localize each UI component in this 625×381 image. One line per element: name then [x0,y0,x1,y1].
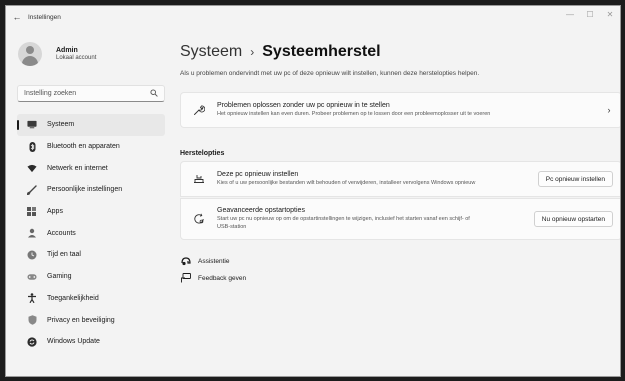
breadcrumb-parent[interactable]: Systeem [180,43,242,61]
settings-window: ← Instellingen — ☐ ✕ Admin Lokaal accoun… [5,5,621,377]
title-bar: ← Instellingen — ☐ ✕ [6,6,620,28]
sidebar-item-label: Privacy en beveiliging [47,316,115,324]
sidebar-item-label: Apps [47,208,63,216]
card-text: Geavanceerde opstartopties Start uw pc n… [217,207,534,230]
system-icon [27,120,37,130]
close-button[interactable]: ✕ [600,6,620,22]
avatar [18,42,42,66]
sidebar-item-label: Persoonlijke instellingen [47,186,123,194]
wrench-icon [181,104,217,116]
page-title: Systeemherstel [262,43,381,60]
sidebar-item-label: Systeem [47,121,75,129]
sidebar-item-tijd[interactable]: Tijd en taal [17,244,165,266]
card-description: Het opnieuw instellen kan even duren. Pr… [217,110,491,117]
accessibility-icon [27,293,37,304]
sidebar-item-apps[interactable]: Apps [17,201,165,223]
card-text: Problemen oplossen zonder uw pc opnieuw … [217,102,597,118]
sidebar-item-windows-update[interactable]: Windows Update [17,331,165,353]
sidebar-item-systeem[interactable]: Systeem [17,114,165,136]
advanced-startup-icon [181,213,217,225]
brush-icon [27,185,37,195]
page-intro: Als u problemen ondervindt met uw pc of … [180,70,480,77]
globe-clock-icon [27,250,37,260]
minimize-button[interactable]: — [560,6,580,22]
card-title: Deze pc opnieuw instellen [217,170,299,178]
bluetooth-icon [27,141,37,152]
feedback-link-label: Feedback geven [198,274,247,282]
reset-pc-icon [181,174,217,184]
restart-now-button[interactable]: Nu opnieuw opstarten [533,211,613,227]
sidebar-item-label: Windows Update [47,338,100,346]
advanced-startup-card: Geavanceerde opstartopties Start uw pc n… [180,198,620,240]
breadcrumb-separator: › [250,45,255,59]
help-link-label: Assistentie [198,257,230,265]
profile-name: Admin [56,47,78,54]
window-title: Instellingen [28,13,61,21]
accounts-icon [27,228,37,238]
shield-icon [27,315,37,325]
card-title: Geavanceerde opstartopties [217,207,305,215]
troubleshoot-card[interactable]: Problemen oplossen zonder uw pc opnieuw … [180,92,620,128]
avatar-body [22,56,38,66]
sidebar-item-netwerk[interactable]: Netwerk en internet [17,157,165,179]
sidebar-item-gaming[interactable]: Gaming [17,266,165,288]
sidebar-item-label: Accounts [47,229,76,237]
gamepad-icon [27,272,37,282]
update-icon [27,337,37,347]
network-icon [27,163,37,173]
help-link[interactable]: Assistentie [180,256,229,266]
apps-icon [27,206,37,217]
sidebar-item-bluetooth[interactable]: Bluetooth en apparaten [17,136,165,158]
sidebar-item-label: Bluetooth en apparaten [47,143,120,151]
search-input[interactable]: Instelling zoeken [17,85,165,102]
user-profile[interactable]: Admin Lokaal account [18,42,96,66]
card-title: Problemen oplossen zonder uw pc opnieuw … [217,101,390,109]
sidebar-item-privacy[interactable]: Privacy en beveiliging [17,309,165,331]
card-description: Start uw pc nu opnieuw op om de opstarti… [217,216,534,230]
card-description-line: USB-station [217,223,247,230]
search-placeholder: Instelling zoeken [24,90,77,97]
sidebar-item-label: Tijd en taal [47,251,81,259]
back-button[interactable]: ← [6,12,28,22]
sidebar-item-accounts[interactable]: Accounts [17,222,165,244]
window-controls: — ☐ ✕ [560,6,620,22]
feedback-link[interactable]: Feedback geven [180,273,246,283]
reset-pc-button[interactable]: Pc opnieuw instellen [537,171,613,187]
card-text: Deze pc opnieuw instellen Kies of u uw p… [217,171,538,187]
sidebar-item-label: Netwerk en internet [47,164,108,172]
help-icon [180,256,192,266]
profile-subtitle: Lokaal account [56,55,97,61]
sidebar-nav: Systeem Bluetooth en apparaten Netwerk e… [17,114,165,353]
sidebar-item-label: Gaming [47,273,72,281]
chevron-right-icon: › [607,105,611,115]
sidebar-item-persoonlijk[interactable]: Persoonlijke instellingen [17,179,165,201]
search-icon [150,88,158,99]
sidebar-item-toegankelijkheid[interactable]: Toegankelijkheid [17,288,165,310]
card-description-line: Start uw pc nu opnieuw op om de opstarti… [217,216,470,223]
section-title: Herstelopties [180,150,225,157]
reset-pc-card: Deze pc opnieuw instellen Kies of u uw p… [180,161,620,197]
sidebar-item-label: Toegankelijkheid [47,294,99,302]
breadcrumb: Systeem › Systeemherstel [180,43,381,61]
feedback-icon [180,273,192,283]
maximize-button[interactable]: ☐ [580,6,600,22]
profile-text: Admin Lokaal account [56,47,96,61]
avatar-head [26,46,34,54]
card-description: Kies of u uw persoonlijke bestanden wilt… [217,179,476,186]
